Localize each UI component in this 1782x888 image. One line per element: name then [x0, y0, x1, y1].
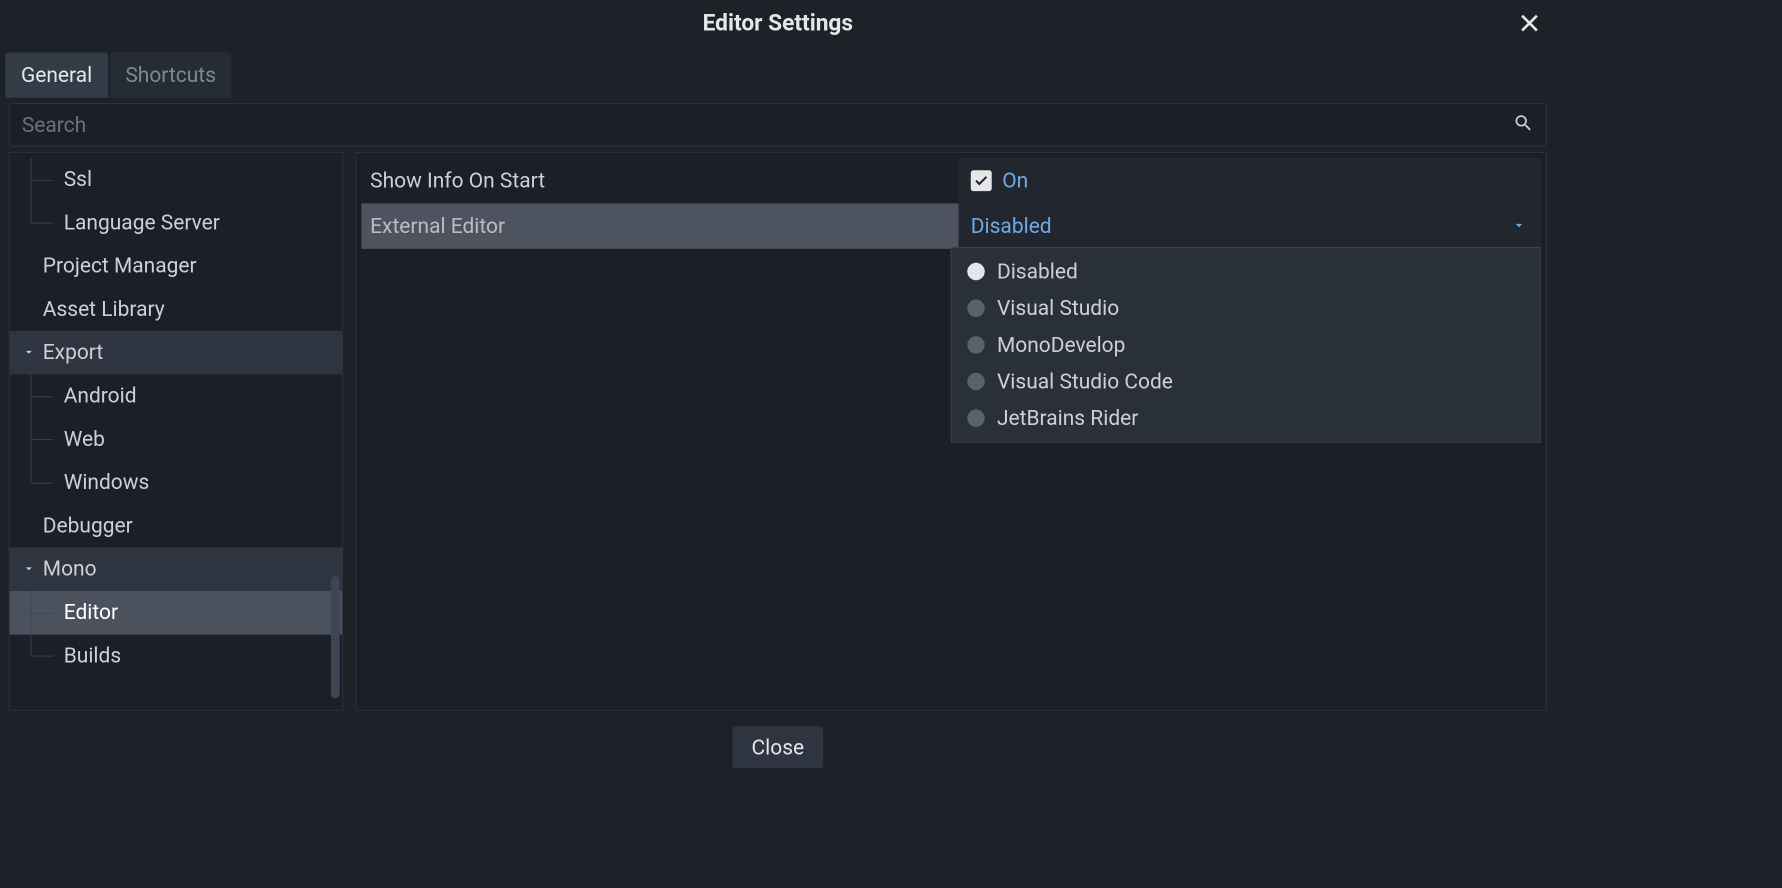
- tree-item-label: Debugger: [43, 513, 133, 537]
- tree-item-label: Builds: [64, 643, 121, 667]
- tree-item-label: Web: [64, 427, 105, 451]
- content-panel: Show Info On Start On External Editor Di…: [355, 152, 1547, 711]
- footer: Close: [0, 711, 1556, 784]
- property-external-editor: External Editor Disabled: [361, 203, 1540, 248]
- property-label: Show Info On Start: [361, 168, 958, 192]
- tree-item-asset-library[interactable]: Asset Library: [10, 288, 343, 331]
- tree-item-label: Export: [43, 340, 103, 364]
- main-area: Ssl Language Server Project Manager Asse…: [0, 152, 1556, 711]
- tree-item-language-server[interactable]: Language Server: [10, 201, 343, 244]
- dialog-title-text: Editor Settings: [703, 10, 853, 36]
- value-text: On: [1002, 168, 1028, 192]
- chevron-down-icon: [1511, 214, 1527, 238]
- dropdown-menu: Disabled Visual Studio MonoDevelop Visua…: [951, 247, 1541, 443]
- search-input[interactable]: [22, 113, 1513, 137]
- tree-item-label: Windows: [64, 470, 150, 494]
- tree-item-web[interactable]: Web: [10, 418, 343, 461]
- radio-icon: [967, 409, 984, 426]
- tree-item-mono[interactable]: Mono: [10, 548, 343, 591]
- tree-item-android[interactable]: Android: [10, 374, 343, 417]
- radio-icon: [967, 373, 984, 390]
- dropdown-item-monodevelop[interactable]: MonoDevelop: [952, 327, 1540, 364]
- sidebar: Ssl Language Server Project Manager Asse…: [9, 152, 343, 711]
- dropdown-item-jetbrains-rider[interactable]: JetBrains Rider: [952, 400, 1540, 437]
- tree-item-label: Project Manager: [43, 253, 197, 277]
- dropdown-item-label: Visual Studio Code: [997, 369, 1173, 393]
- dropdown-item-disabled[interactable]: Disabled: [952, 253, 1540, 290]
- tree-item-label: Ssl: [64, 167, 92, 191]
- dropdown-item-label: Disabled: [997, 259, 1078, 283]
- tree-item-builds[interactable]: Builds: [10, 634, 343, 677]
- property-value-dropdown[interactable]: Disabled: [959, 203, 1541, 248]
- radio-icon: [967, 336, 984, 353]
- value-text: Disabled: [971, 214, 1052, 238]
- tree-item-project-manager[interactable]: Project Manager: [10, 245, 343, 288]
- tree-item-editor[interactable]: Editor: [10, 591, 343, 634]
- tab-shortcuts[interactable]: Shortcuts: [110, 52, 232, 97]
- close-icon[interactable]: [1519, 12, 1540, 33]
- tree-item-label: Mono: [43, 556, 97, 580]
- radio-icon: [967, 299, 984, 316]
- dropdown-item-label: JetBrains Rider: [997, 406, 1138, 430]
- checkbox-icon[interactable]: [971, 170, 992, 191]
- chevron-down-icon: [22, 555, 36, 584]
- tab-general[interactable]: General: [5, 52, 108, 97]
- search-icon: [1513, 113, 1534, 137]
- tree-item-label: Android: [64, 383, 137, 407]
- tree-item-label: Language Server: [64, 210, 220, 234]
- tabs: General Shortcuts: [0, 52, 1556, 97]
- dropdown-item-label: Visual Studio: [997, 296, 1119, 320]
- scrollbar[interactable]: [331, 576, 340, 698]
- property-value[interactable]: On: [959, 158, 1541, 203]
- tree-item-label: Editor: [64, 600, 118, 624]
- tree-item-windows[interactable]: Windows: [10, 461, 343, 504]
- chevron-down-icon: [22, 338, 36, 367]
- search-bar[interactable]: [9, 103, 1547, 147]
- close-button[interactable]: Close: [732, 726, 823, 768]
- tree-item-label: Asset Library: [43, 297, 165, 321]
- property-label: External Editor: [361, 203, 958, 248]
- radio-icon: [967, 263, 984, 280]
- property-show-info-on-start: Show Info On Start On: [361, 158, 1540, 203]
- tree-item-debugger[interactable]: Debugger: [10, 504, 343, 547]
- dropdown-item-label: MonoDevelop: [997, 333, 1125, 357]
- tree-item-ssl[interactable]: Ssl: [10, 158, 343, 201]
- dropdown-item-vscode[interactable]: Visual Studio Code: [952, 363, 1540, 400]
- dropdown-item-visual-studio[interactable]: Visual Studio: [952, 290, 1540, 327]
- tree-item-export[interactable]: Export: [10, 331, 343, 374]
- dialog-title: Editor Settings: [0, 0, 1556, 47]
